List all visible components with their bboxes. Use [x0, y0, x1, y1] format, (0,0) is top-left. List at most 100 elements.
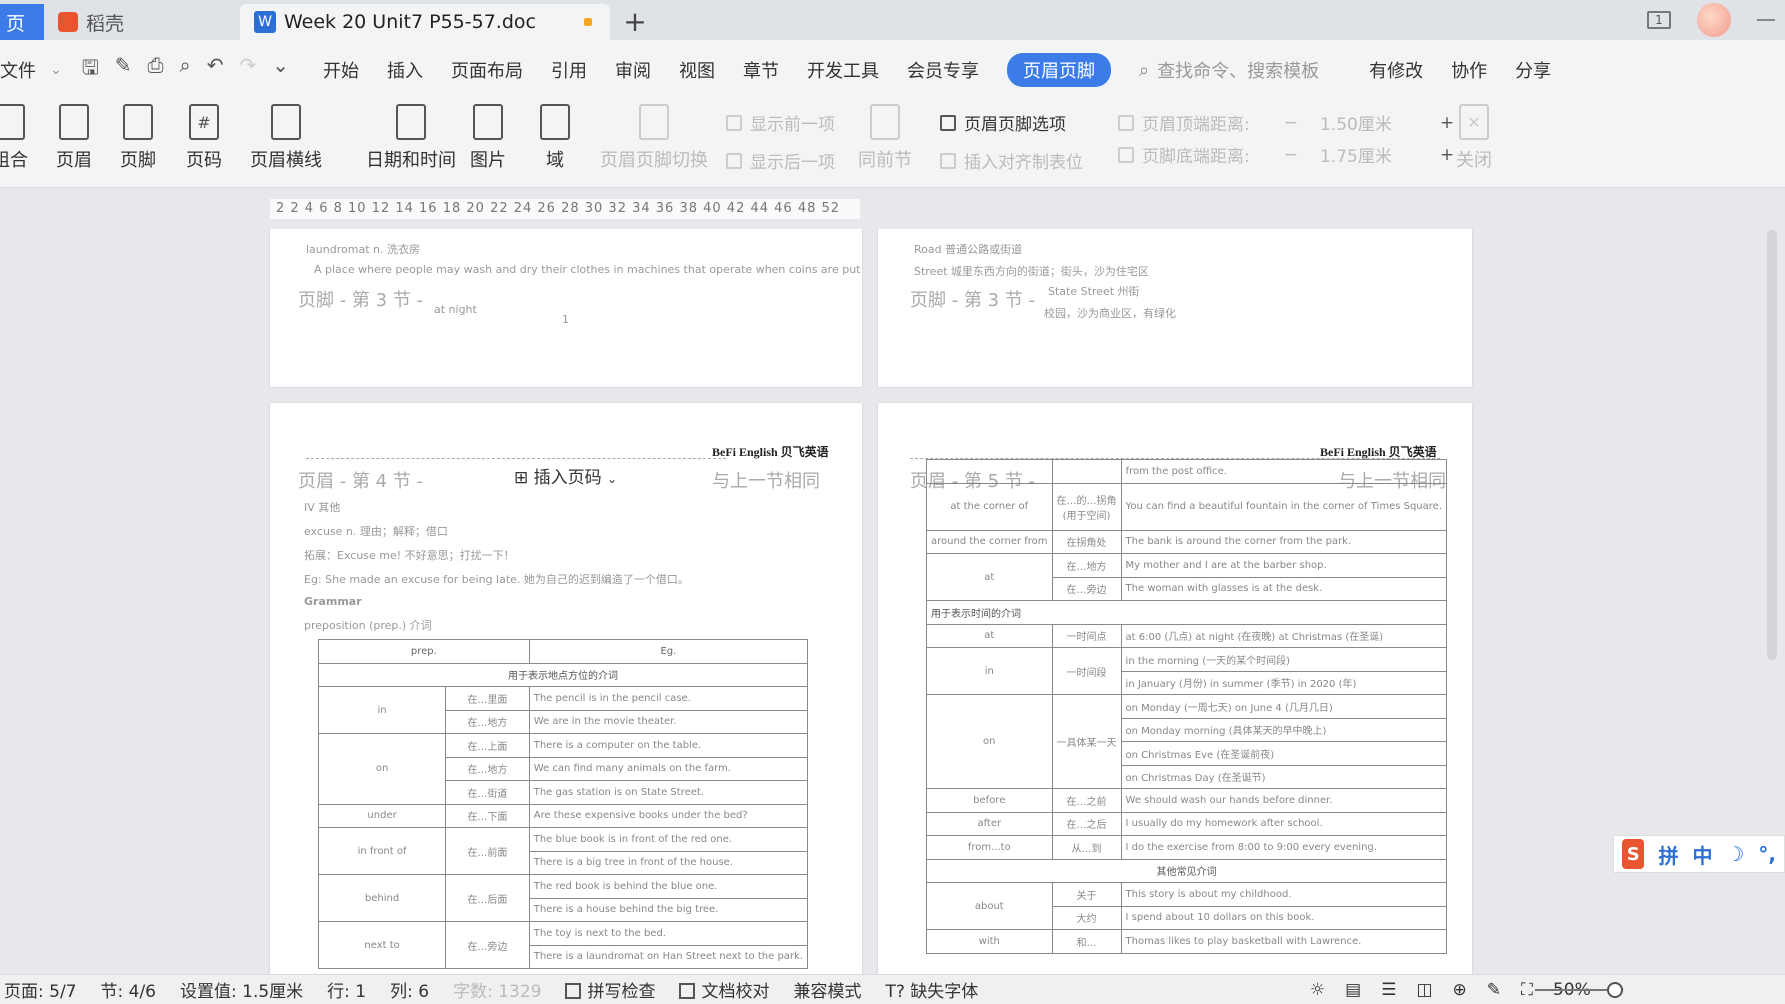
combine-button[interactable]: 组合 [0, 104, 28, 172]
page-view-icon[interactable]: ▤ [1345, 980, 1361, 1000]
moon-icon[interactable]: ☽ [1726, 842, 1744, 866]
show-prev-option[interactable]: 显示前一项 [726, 110, 835, 135]
tab-document[interactable]: W Week 20 Unit7 P55-57.doc [240, 4, 610, 40]
share-button[interactable]: 分享 [1515, 57, 1551, 83]
menu-insert[interactable]: 插入 [387, 57, 423, 83]
same-as-previous-button[interactable]: 同前节 [858, 104, 912, 172]
footer-bottom-distance: 页脚底端距离: − 1.75厘米 + [1118, 142, 1454, 167]
tab-daoke[interactable]: 稻壳 [44, 4, 240, 40]
minimize-icon[interactable] [1757, 19, 1775, 21]
page2-line1: Road 普通公路或街道 [914, 243, 1023, 256]
table-row: after 在…之后 I usually do my homework afte… [926, 811, 1448, 836]
preposition-table-place: prep. Eg. 用于表示地点方位的介词 in 在…里面 The pencil… [317, 639, 809, 969]
p3-line-1: excuse n. 理由；解释；借口 [304, 525, 448, 538]
field-button[interactable]: 域 [540, 104, 570, 172]
header-footer-options-button[interactable]: 页眉页脚选项 [940, 110, 1066, 135]
sogou-icon: S [1622, 839, 1645, 869]
eye-protect-icon[interactable]: ☼ [1310, 980, 1325, 1000]
avatar[interactable] [1697, 3, 1731, 37]
menu-bar: 文件 ⌄ 🖫 ✎ ⎙ ⌕ ↶ ↷ ⌄ 开始 插入 页面布局 引用 审阅 视图 章… [0, 40, 1785, 100]
header-distance-increase[interactable]: + [1440, 113, 1454, 133]
table-row: with 和… Thomas likes to play basketball … [926, 929, 1448, 954]
status-setting[interactable]: 设置值: 1.5厘米 [180, 977, 303, 1002]
close-header-footer-button[interactable]: ✕ 关闭 [1456, 104, 1492, 172]
word-doc-icon: W [254, 11, 276, 33]
same-as-previous-icon [870, 104, 900, 140]
modified-button[interactable]: 有修改 [1369, 57, 1423, 83]
spell-check-button[interactable]: 拼写检查 [565, 977, 655, 1002]
reading-view-icon[interactable]: ◫ [1416, 980, 1432, 1000]
p3-line-4: Grammar [304, 595, 362, 608]
tab-home[interactable]: 页 [0, 4, 44, 40]
pen-icon[interactable]: ✎ [1487, 980, 1501, 1000]
menu-header-footer[interactable]: 页眉页脚 [1007, 53, 1112, 87]
insert-page-number-button[interactable]: ⊞ 插入页码 ⌄ [514, 463, 617, 488]
new-tab-button[interactable]: + [610, 4, 660, 40]
ime-toolbar[interactable]: S 拼 中 ☽ °, [1613, 835, 1785, 873]
scrollbar-thumb[interactable] [1767, 230, 1777, 660]
ime-chinese[interactable]: 中 [1692, 840, 1712, 869]
page-4[interactable]: BeFi English 贝飞英语 页眉 - 第 5 节 - 与上一节相同 fr… [878, 403, 1472, 974]
header-distance-decrease[interactable]: − [1284, 113, 1298, 133]
menu-chapter[interactable]: 章节 [743, 57, 779, 83]
menu-developer[interactable]: 开发工具 [807, 57, 879, 83]
page-2[interactable]: Road 普通公路或街道 Street 城里东西方向的街道；街头，沙为住宅区 页… [878, 229, 1472, 387]
doc-proof-icon [679, 983, 696, 999]
fit-page-icon[interactable]: ⛶ [1521, 980, 1533, 1000]
status-word-count[interactable]: 字数: 1329 [453, 977, 541, 1002]
footer-distance-input[interactable]: 1.75厘米 [1320, 142, 1392, 167]
zoom-slider[interactable] [1535, 989, 1615, 991]
tab-document-title: Week 20 Unit7 P55-57.doc [284, 11, 536, 33]
collaborate-button[interactable]: 协作 [1451, 57, 1487, 83]
missing-font-button[interactable]: T? 缺失字体 [885, 977, 978, 1002]
format-painter-icon[interactable]: ✎ [115, 53, 132, 87]
show-next-option[interactable]: 显示后一项 [726, 148, 835, 173]
menu-file[interactable]: 文件 [0, 57, 36, 83]
chevron-down-icon: ⌄ [607, 472, 618, 486]
header-footer-switch-button[interactable]: 页眉页脚切换 [600, 104, 708, 172]
date-time-button[interactable]: 日期和时间 [366, 104, 456, 172]
header-button[interactable]: 页眉 [56, 104, 92, 172]
status-section[interactable]: 节: 4/6 [101, 977, 157, 1002]
footer-button[interactable]: 页脚 [120, 104, 156, 172]
customize-chevron-icon[interactable]: ⌄ [272, 53, 289, 87]
menu-start[interactable]: 开始 [323, 57, 359, 83]
footer-distance-decrease[interactable]: − [1284, 145, 1298, 165]
undo-icon[interactable]: ↶ [207, 53, 224, 87]
save-icon[interactable]: 🖫 [82, 53, 99, 87]
page-3[interactable]: BeFi English 贝飞英语 页眉 - 第 4 节 - ⊞ 插入页码 ⌄ … [270, 403, 862, 974]
picture-button[interactable]: 图片 [470, 104, 506, 172]
ime-pinyin[interactable]: 拼 [1658, 840, 1678, 869]
p3-line-5: preposition (prep.) 介词 [304, 619, 432, 632]
menu-view[interactable]: 视图 [679, 57, 715, 83]
header-distance-input[interactable]: 1.50厘米 [1320, 110, 1392, 135]
web-view-icon[interactable]: ⊕ [1453, 980, 1467, 1000]
table-row: about 关于 This story is about my childhoo… [926, 882, 1448, 930]
window-count-icon[interactable]: 1 [1647, 11, 1671, 29]
align-tab-icon [940, 152, 956, 169]
punctuation-icon[interactable]: °, [1758, 842, 1776, 866]
menu-review[interactable]: 审阅 [615, 57, 651, 83]
doc-proof-button[interactable]: 文档校对 [679, 977, 769, 1002]
menu-reference[interactable]: 引用 [551, 57, 587, 83]
insert-align-tab-button[interactable]: 插入对齐制表位 [940, 148, 1083, 173]
menu-page-layout[interactable]: 页面布局 [451, 57, 523, 83]
redo-icon[interactable]: ↷ [240, 53, 257, 87]
outline-view-icon[interactable]: ☰ [1381, 980, 1396, 1000]
page-number-icon: ⊞ [514, 468, 529, 488]
page-number-button[interactable]: # 页码 [186, 104, 222, 172]
compat-mode: 兼容模式 [793, 982, 862, 1002]
status-page[interactable]: 页面: 5/7 [4, 977, 77, 1002]
command-search-input[interactable]: 查找命令、搜索模板 [1157, 57, 1319, 83]
print-preview-icon[interactable]: ⌕ [180, 53, 191, 87]
ruler-scale[interactable]: 2 2 4 6 8 10 12 14 16 18 20 22 24 26 28 … [270, 199, 860, 219]
page-1[interactable]: laundromat n. 洗衣房 A place where people m… [270, 229, 862, 387]
zoom-slider-handle[interactable] [1607, 982, 1623, 998]
print-icon[interactable]: ⎙ [148, 53, 164, 87]
chevron-down-icon[interactable]: ⌄ [50, 62, 62, 78]
menu-member[interactable]: 会员专享 [907, 57, 979, 83]
header-line-button[interactable]: 页眉横线 [250, 104, 322, 172]
footer-distance-increase[interactable]: + [1440, 145, 1454, 165]
window-controls: 1 [1647, 0, 1785, 40]
header-top-distance: 页眉顶端距离: − 1.50厘米 + [1118, 110, 1454, 135]
